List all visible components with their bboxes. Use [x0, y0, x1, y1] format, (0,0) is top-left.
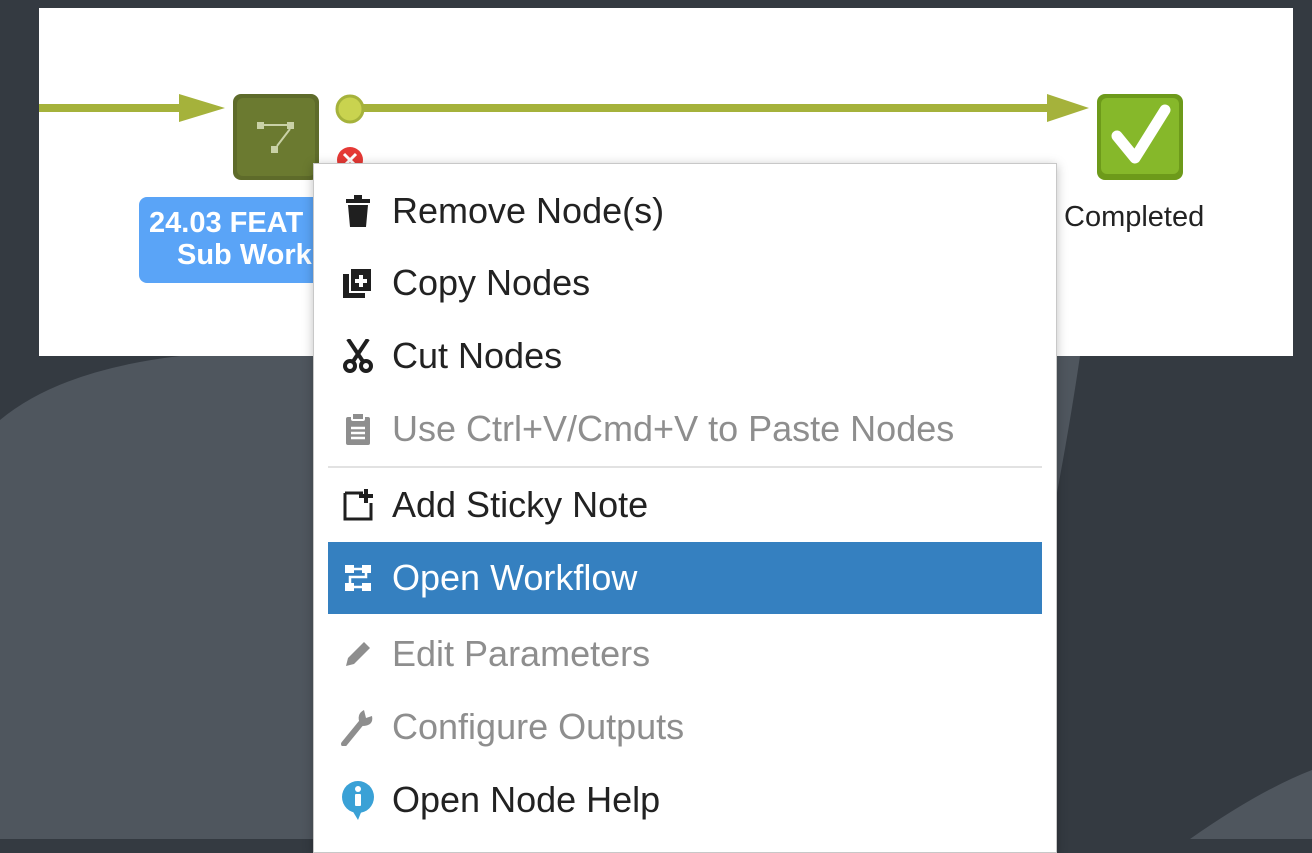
- menu-item-open-workflow[interactable]: Open Workflow: [328, 542, 1042, 614]
- sub-workflow-node[interactable]: [233, 94, 319, 180]
- info-icon: [328, 764, 388, 836]
- completed-node-label: Completed: [1064, 201, 1205, 233]
- menu-item-copy-nodes[interactable]: Copy Nodes: [328, 247, 1042, 319]
- outgoing-edge[interactable]: [362, 94, 1089, 122]
- menu-item-label: Copy Nodes: [392, 262, 591, 303]
- sticky-note-icon: [328, 469, 388, 541]
- wrench-icon: [328, 691, 388, 763]
- menu-item-remove-nodes[interactable]: Remove Node(s): [328, 175, 1042, 247]
- menu-item-label: Add Sticky Note: [392, 484, 649, 525]
- workflow-icon: [328, 542, 388, 614]
- menu-item-label: Open Node Help: [392, 779, 661, 820]
- menu-item-paste-nodes[interactable]: Use Ctrl+V/Cmd+V to Paste Nodes: [328, 393, 1042, 465]
- scissors-icon: [328, 320, 388, 392]
- clipboard-icon: [328, 393, 388, 465]
- menu-item-label: Open Workflow: [392, 557, 638, 598]
- incoming-edge[interactable]: [39, 94, 225, 122]
- copy-icon: [328, 247, 388, 319]
- menu-separator: [328, 466, 1042, 468]
- context-menu: Remove Node(s) Copy Nodes Cut Nodes Use …: [313, 163, 1057, 853]
- menu-item-open-node-help[interactable]: Open Node Help: [328, 764, 1042, 836]
- completed-node-check-icon[interactable]: [1097, 94, 1183, 180]
- menu-item-label: Remove Node(s): [392, 190, 665, 231]
- menu-item-configure-outputs[interactable]: Configure Outputs: [328, 691, 1042, 763]
- menu-item-label: Use Ctrl+V/Cmd+V to Paste Nodes: [392, 408, 955, 449]
- menu-item-label: Edit Parameters: [392, 633, 651, 674]
- output-port[interactable]: [335, 94, 365, 124]
- menu-item-cut-nodes[interactable]: Cut Nodes: [328, 320, 1042, 392]
- menu-item-add-sticky-note[interactable]: Add Sticky Note: [328, 469, 1042, 541]
- trash-icon: [328, 175, 388, 247]
- menu-item-label: Cut Nodes: [392, 335, 563, 376]
- pencil-icon: [328, 618, 388, 690]
- menu-item-label: Configure Outputs: [392, 706, 685, 747]
- menu-item-edit-parameters[interactable]: Edit Parameters: [328, 618, 1042, 690]
